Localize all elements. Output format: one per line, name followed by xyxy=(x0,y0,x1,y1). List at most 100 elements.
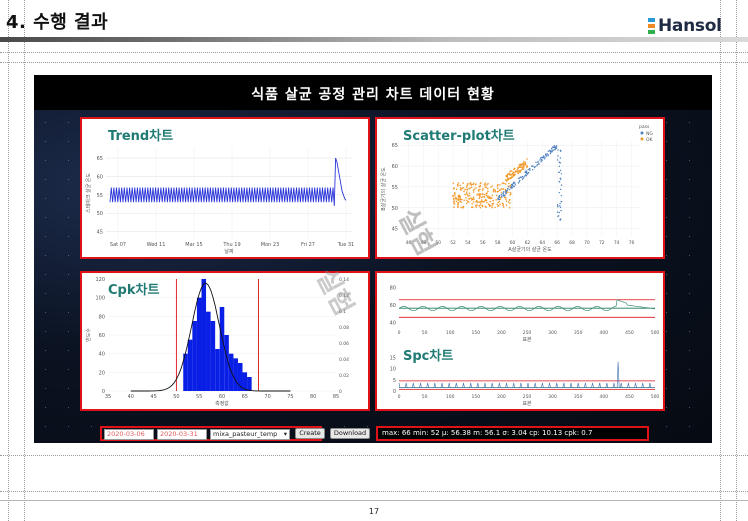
sensor-select[interactable]: mixa_pasteur_temp ▾ xyxy=(210,429,290,440)
scatter-point-ok xyxy=(505,200,508,202)
scatter-point-ng xyxy=(558,171,560,174)
end-date-input[interactable]: 2020-03-31 xyxy=(157,429,207,440)
scatter-point-ok xyxy=(496,187,499,189)
scatter-point-ok xyxy=(475,200,477,203)
scatter-point-ng xyxy=(521,176,523,179)
scatter-point-ok xyxy=(478,197,481,200)
x-axis-label: 날짜 xyxy=(224,248,234,255)
scatter-point-ng xyxy=(557,155,559,157)
scatter-point-ok xyxy=(453,199,456,201)
scatter-point-ok xyxy=(466,188,469,191)
x-axis-label: 표본 xyxy=(522,337,532,343)
scatter-point-ok xyxy=(457,194,460,197)
y2-tick-label: 0.14 xyxy=(339,277,349,283)
scatter-point-ng xyxy=(560,194,563,197)
scatter-point-ng xyxy=(558,211,561,214)
slide: 4. 수행 결과 Hansol 식품 살균 공정 관리 차트 데이터 현황 Tr… xyxy=(0,0,748,521)
scatter-point-ok xyxy=(495,198,497,201)
scatter-point-ok xyxy=(502,188,505,190)
scatter-point-ng xyxy=(513,185,515,187)
scatter-point-ok xyxy=(456,184,459,187)
scatter-point-ok xyxy=(496,190,499,193)
scatter-point-ok xyxy=(489,200,491,203)
x-tick-label: 72 xyxy=(599,240,605,246)
spc-panel-label: Spc차트 xyxy=(403,349,454,364)
scatter-point-ok xyxy=(479,200,482,203)
scatter-point-ok xyxy=(482,187,484,190)
scatter-point-ng xyxy=(559,157,562,159)
scatter-point-ok xyxy=(518,170,520,172)
sensor-select-value: mixa_pasteur_temp xyxy=(213,430,278,438)
x-tick-label: Thu 19 xyxy=(222,242,240,248)
scatter-point-ok xyxy=(489,197,492,199)
scatter-point-ng xyxy=(532,165,534,167)
scatter-point-ok xyxy=(470,186,473,189)
scatter-point-ok xyxy=(500,188,503,190)
scatter-point-ok xyxy=(509,202,511,204)
scatter-point-ok xyxy=(507,177,510,180)
scatter-point-ok xyxy=(471,199,473,201)
dashboard-title: 식품 살균 공정 관리 차트 데이터 현황 xyxy=(251,87,495,103)
xbar-series-line xyxy=(398,299,656,312)
guide-line xyxy=(0,455,748,456)
x-tick-label: 300 xyxy=(548,394,557,400)
x-axis-label: 표본 xyxy=(522,401,532,407)
scatter-point-ok xyxy=(518,165,521,168)
create-button[interactable]: Create xyxy=(295,428,325,439)
scatter-point-ok xyxy=(494,206,496,209)
scatter-point-ok xyxy=(486,192,488,194)
scatter-point-ok xyxy=(492,199,494,202)
y-tick-label: 40 xyxy=(390,321,396,327)
y-tick-label: 45 xyxy=(97,230,103,236)
x-axis-label: A살균기의 살균 온도 xyxy=(508,246,552,253)
x-tick-label: 58 xyxy=(495,240,501,246)
scatter-point-ok xyxy=(462,187,464,189)
scatter-point-ok xyxy=(491,206,493,209)
scatter-point-ok xyxy=(468,183,470,185)
x-tick-label: 50 xyxy=(422,330,428,336)
scatter-point-ok xyxy=(492,202,495,205)
x-tick-label: 56 xyxy=(480,240,486,246)
scatter-point-ok xyxy=(462,182,465,184)
x-tick-label: 52 xyxy=(450,240,456,246)
x-tick-label: 64 xyxy=(539,240,545,246)
scatter-point-ok xyxy=(476,204,478,206)
scatter-point-ok xyxy=(487,195,489,197)
x-tick-label: 450 xyxy=(625,330,634,336)
scatter-point-ok xyxy=(495,194,498,197)
legend-label-ng: NG xyxy=(646,131,653,137)
scatter-point-ng xyxy=(558,161,560,163)
scatter-point-ng xyxy=(539,157,542,159)
y-tick-label: 0 xyxy=(393,389,396,395)
scatter-point-ok xyxy=(459,198,462,201)
scatter-point-ok xyxy=(472,189,475,191)
x-tick-label: 62 xyxy=(525,240,531,246)
scatter-point-ok xyxy=(457,205,459,207)
scatter-point-ok xyxy=(482,195,484,198)
page-title: 4. 수행 결과 xyxy=(6,12,109,33)
guide-line xyxy=(0,52,748,53)
scatter-point-ok xyxy=(486,184,488,186)
start-date-input[interactable]: 2020-03-06 xyxy=(104,429,154,440)
scatter-point-ng xyxy=(501,195,503,197)
y2-tick-label: 0.1 xyxy=(339,309,346,315)
y-axis-label: 스테이크 살균 온도 xyxy=(85,173,92,213)
spc-chart[interactable]: 4060800 50 100 150 200 250 300 350 400 450 500표본05… xyxy=(377,273,663,409)
download-button[interactable]: Download xyxy=(330,428,370,439)
y-tick-label: 80 xyxy=(99,314,105,320)
y-tick-label: 45 xyxy=(392,227,398,233)
guide-line xyxy=(720,0,721,521)
y-tick-label: 50 xyxy=(392,206,398,212)
scatter-point-ng xyxy=(536,163,539,166)
scatter-point-ok xyxy=(485,199,488,202)
scatter-point-ng xyxy=(532,168,534,171)
x-tick-label: 50 xyxy=(173,394,179,400)
scatter-point-ok xyxy=(471,202,473,205)
title-underline xyxy=(0,37,748,42)
scatter-point-ng xyxy=(525,170,528,172)
scatter-point-ok xyxy=(488,203,491,206)
scatter-point-ok xyxy=(499,184,501,186)
scatter-point-ok xyxy=(504,179,507,181)
scatter-point-ok xyxy=(467,195,469,197)
scatter-point-ng xyxy=(508,186,510,188)
